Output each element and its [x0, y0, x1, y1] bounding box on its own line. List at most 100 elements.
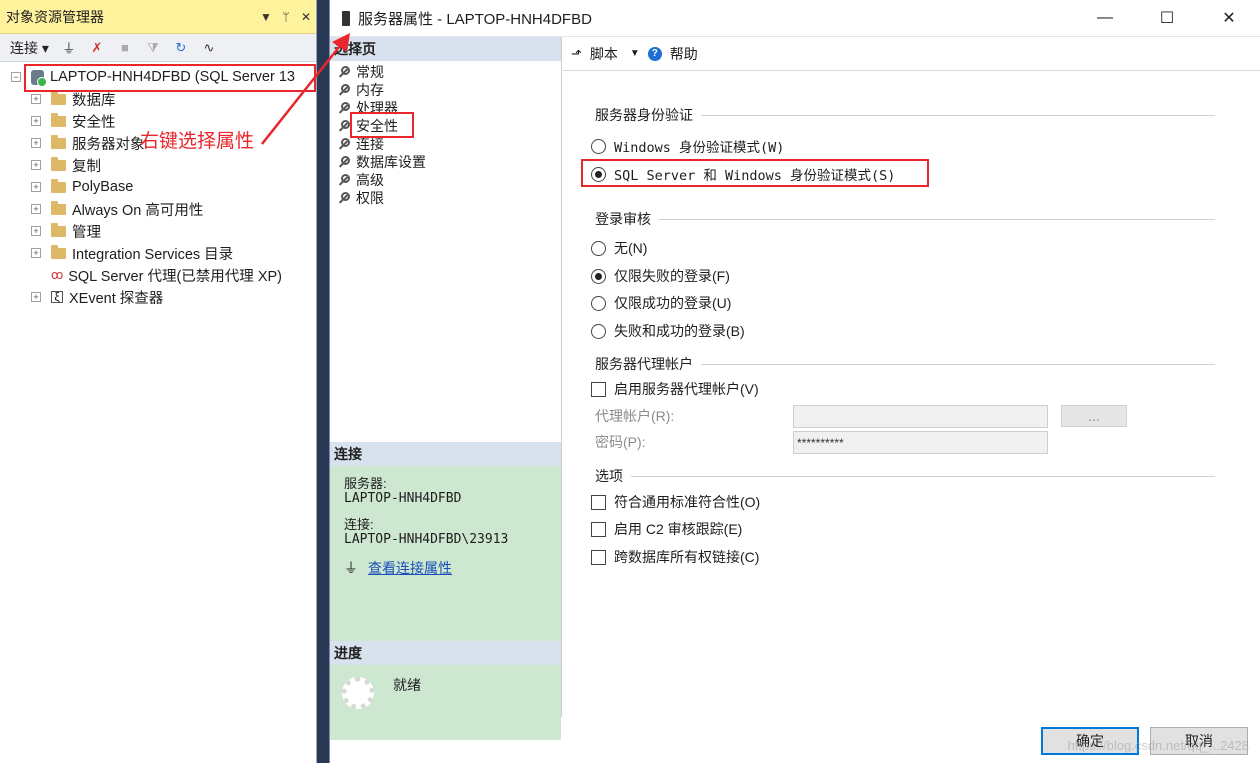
group-title: 登录审核	[595, 211, 651, 227]
wrench-icon	[338, 65, 350, 78]
page-item-general[interactable]: 常规	[330, 63, 561, 81]
radio-audit-both[interactable]: 失败和成功的登录(B)	[591, 320, 745, 342]
expand-icon[interactable]: +	[31, 226, 41, 236]
radio-button[interactable]	[591, 138, 606, 154]
checkbox[interactable]	[591, 521, 606, 537]
connect-button[interactable]: 连接 ▾	[10, 38, 49, 58]
proxy-account-label: 代理帐户(R):	[595, 408, 675, 424]
radio-button[interactable]	[591, 323, 606, 339]
expand-icon[interactable]: +	[31, 204, 41, 214]
expand-icon[interactable]: +	[31, 182, 41, 192]
group-options: 选项	[595, 466, 1215, 486]
password-field[interactable]: **********	[793, 431, 1048, 454]
dialog-left-pane: 选择页 常规 内存 处理器 安全性 连接 数据库设置 高级 权限 连接 服务器:…	[330, 37, 562, 740]
progress-header: 进度	[330, 641, 561, 665]
folder-icon	[51, 200, 66, 215]
expand-icon[interactable]: +	[31, 94, 41, 104]
tree-item-integration-services[interactable]: + Integration Services 目录	[31, 242, 233, 264]
help-button[interactable]: 帮助	[670, 44, 698, 64]
checkbox-c2-audit[interactable]: 启用 C2 审核跟踪(E)	[591, 518, 742, 540]
page-label: 权限	[356, 190, 384, 206]
radio-button[interactable]	[591, 295, 606, 311]
radio-button[interactable]	[591, 268, 606, 284]
dropdown-icon[interactable]: ▼	[256, 10, 276, 24]
minimize-button[interactable]: —	[1074, 0, 1136, 37]
close-icon[interactable]: ✕	[296, 10, 316, 24]
script-button[interactable]: 脚本	[590, 44, 618, 64]
annotation-box-security-page	[350, 112, 414, 138]
tree-item-label: XEvent 探查器	[69, 290, 164, 307]
proxy-account-field[interactable]	[793, 405, 1048, 428]
password-label: 密码(P):	[595, 434, 646, 450]
folder-icon	[51, 134, 66, 149]
plug-connect-icon[interactable]: ⏚	[61, 40, 77, 56]
radio-audit-success[interactable]: 仅限成功的登录(U)	[591, 292, 731, 314]
expand-icon[interactable]: +	[31, 248, 41, 258]
group-title: 服务器身份验证	[595, 107, 693, 123]
annotation-box-server	[24, 64, 316, 92]
checkbox[interactable]	[591, 494, 606, 510]
page-label: 高级	[356, 172, 384, 188]
tree-item-label: SQL Server 代理(已禁用代理 XP)	[68, 268, 283, 285]
page-item-database-settings[interactable]: 数据库设置	[330, 153, 561, 171]
tree-item-always-on[interactable]: + Always On 高可用性	[31, 198, 203, 220]
tree-item-security[interactable]: + 安全性	[31, 110, 116, 132]
checkbox-label: 符合通用标准符合性(O)	[614, 494, 761, 510]
page-item-memory[interactable]: 内存	[330, 81, 561, 99]
view-connection-properties-link[interactable]: 查看连接属性	[368, 558, 452, 578]
refresh-icon[interactable]: ↻	[173, 40, 189, 56]
expand-icon[interactable]: +	[31, 138, 41, 148]
browse-button[interactable]: ...	[1061, 405, 1127, 427]
activity-monitor-icon[interactable]: ∿	[201, 40, 217, 56]
connection-properties-icon: ⏚	[344, 560, 358, 576]
wrench-icon	[338, 119, 350, 132]
object-explorer-title: 对象资源管理器	[6, 8, 104, 25]
radio-audit-failed[interactable]: 仅限失败的登录(F)	[591, 265, 730, 287]
expand-icon[interactable]: +	[31, 292, 41, 302]
close-button[interactable]: ✕	[1198, 0, 1260, 37]
wrench-icon	[338, 101, 350, 114]
tree-item-sql-agent[interactable]: ꝏ SQL Server 代理(已禁用代理 XP)	[51, 264, 282, 286]
tree-item-label: Always On 高可用性	[72, 202, 204, 219]
checkbox-enable-proxy[interactable]: 启用服务器代理帐户(V)	[591, 378, 759, 400]
tree-item-server-objects[interactable]: + 服务器对象	[31, 132, 145, 154]
expand-icon[interactable]: +	[31, 160, 41, 170]
folder-icon	[51, 90, 66, 105]
checkbox-cross-db-chaining[interactable]: 跨数据库所有权链接(C)	[591, 546, 759, 568]
group-proxy-account: 服务器代理帐户	[595, 354, 1215, 374]
page-item-permissions[interactable]: 权限	[330, 189, 561, 207]
disconnect-icon[interactable]: ✗	[89, 40, 105, 56]
server-value: LAPTOP-HNH4DFBD	[344, 491, 462, 506]
server-properties-dialog: 服务器属性 - LAPTOP-HNH4DFBD — ☐ ✕ 选择页 常规 内存 …	[329, 0, 1260, 763]
collapse-icon[interactable]: −	[11, 72, 21, 82]
tree-item-polybase[interactable]: + PolyBase	[31, 176, 133, 198]
tree-item-label: Integration Services 目录	[72, 246, 234, 263]
checkbox[interactable]	[591, 549, 606, 565]
filter-icon[interactable]: ⧩	[145, 40, 161, 56]
dialog-titlebar: 服务器属性 - LAPTOP-HNH4DFBD — ☐ ✕	[330, 0, 1260, 37]
tree-item-label: 复制	[72, 158, 101, 175]
radio-windows-auth[interactable]: Windows 身份验证模式(W)	[591, 135, 784, 157]
script-dropdown-icon[interactable]: ▼	[630, 48, 640, 59]
wrench-icon	[338, 191, 350, 204]
radio-label: 仅限成功的登录(U)	[614, 295, 732, 311]
script-icon: ⬏	[571, 45, 582, 61]
object-explorer-panel: 对象资源管理器 ▼ ᛘ ✕ 连接 ▾ ⏚ ✗ ■ ⧩ ↻ ∿ − LAPTOP-…	[0, 0, 317, 763]
page-item-advanced[interactable]: 高级	[330, 171, 561, 189]
stop-icon[interactable]: ■	[117, 40, 133, 56]
checkbox-common-criteria[interactable]: 符合通用标准符合性(O)	[591, 491, 760, 513]
tree-item-replication[interactable]: + 复制	[31, 154, 101, 176]
checkbox[interactable]	[591, 381, 606, 397]
tree-item-management[interactable]: + 管理	[31, 220, 101, 242]
checkbox-label: 启用 C2 审核跟踪(E)	[614, 521, 743, 537]
tree-item-xevent-profiler[interactable]: + ξ XEvent 探查器	[31, 286, 163, 308]
radio-button[interactable]	[591, 240, 606, 256]
pin-icon[interactable]: ᛘ	[276, 10, 296, 24]
checkbox-label: 启用服务器代理帐户(V)	[614, 381, 759, 397]
radio-audit-none[interactable]: 无(N)	[591, 237, 647, 259]
maximize-button[interactable]: ☐	[1136, 0, 1198, 37]
connection-header: 连接	[330, 442, 561, 466]
connection-label: 连接:	[344, 517, 374, 532]
page-label: 常规	[356, 64, 384, 80]
expand-icon[interactable]: +	[31, 116, 41, 126]
